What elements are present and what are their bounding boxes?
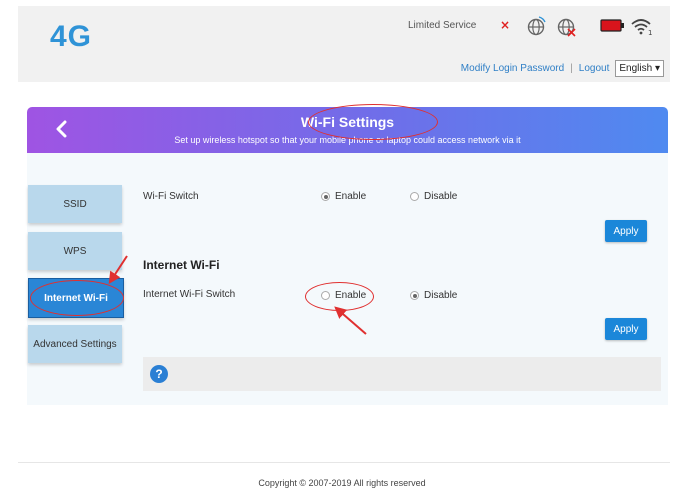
wifi-disable-radio[interactable]: Disable	[410, 191, 457, 202]
radio-label: Disable	[424, 290, 458, 301]
wifi-signal-icon: 1	[631, 19, 652, 37]
question-icon[interactable]: ?	[150, 365, 168, 383]
wifi-enable-radio[interactable]: Enable	[321, 191, 366, 202]
copyright-text: Copyright © 2007-2019 All rights reserve…	[258, 478, 426, 488]
tab-advanced-settings[interactable]: Advanced Settings	[28, 325, 122, 363]
internet-wifi-section-title: Internet Wi-Fi	[143, 258, 220, 272]
apply-internet-wifi-button[interactable]: Apply	[605, 318, 647, 340]
radio-label: Enable	[335, 290, 367, 301]
radio-dot[interactable]	[410, 192, 419, 201]
modify-password-link[interactable]: Modify Login Password	[461, 63, 564, 74]
radio-dot[interactable]	[410, 291, 419, 300]
svg-text:1: 1	[648, 29, 652, 37]
apply-wifi-button[interactable]: Apply	[605, 220, 647, 242]
page-title: Wi-Fi Settings	[300, 114, 395, 130]
tab-wps[interactable]: WPS	[28, 232, 122, 270]
top-header: 4G Limited Service × 1 Modify Login Pass…	[18, 6, 670, 82]
page-banner: Wi-Fi Settings Set up wireless hotspot s…	[27, 107, 668, 153]
no-sim-x-icon: ×	[500, 18, 510, 32]
svg-text:×: ×	[500, 18, 510, 32]
wifi-switch-label: Wi-Fi Switch	[143, 191, 199, 202]
logo-4g: 4G	[50, 20, 93, 53]
footer-divider	[18, 462, 670, 463]
internet-wifi-enable-radio[interactable]: Enable	[321, 290, 366, 301]
radio-dot[interactable]	[321, 291, 330, 300]
logout-link[interactable]: Logout	[579, 63, 610, 74]
internet-wifi-disable-radio[interactable]: Disable	[410, 290, 457, 301]
globe-icon	[527, 16, 546, 36]
help-bar	[143, 357, 661, 391]
radio-dot[interactable]	[321, 192, 330, 201]
language-select[interactable]: English ▾	[615, 59, 664, 77]
internet-wifi-switch-label: Internet Wi-Fi Switch	[143, 289, 236, 300]
roaming-globe-icon	[557, 18, 576, 37]
battery-icon	[600, 19, 624, 32]
network-status: Limited Service	[408, 20, 477, 31]
radio-label: Enable	[335, 191, 367, 202]
tab-internet-wifi[interactable]: Internet Wi-Fi	[28, 278, 124, 318]
tab-ssid[interactable]: SSID	[28, 185, 122, 223]
page-subtitle: Set up wireless hotspot so that your mob…	[174, 135, 521, 145]
radio-label: Disable	[424, 191, 458, 202]
